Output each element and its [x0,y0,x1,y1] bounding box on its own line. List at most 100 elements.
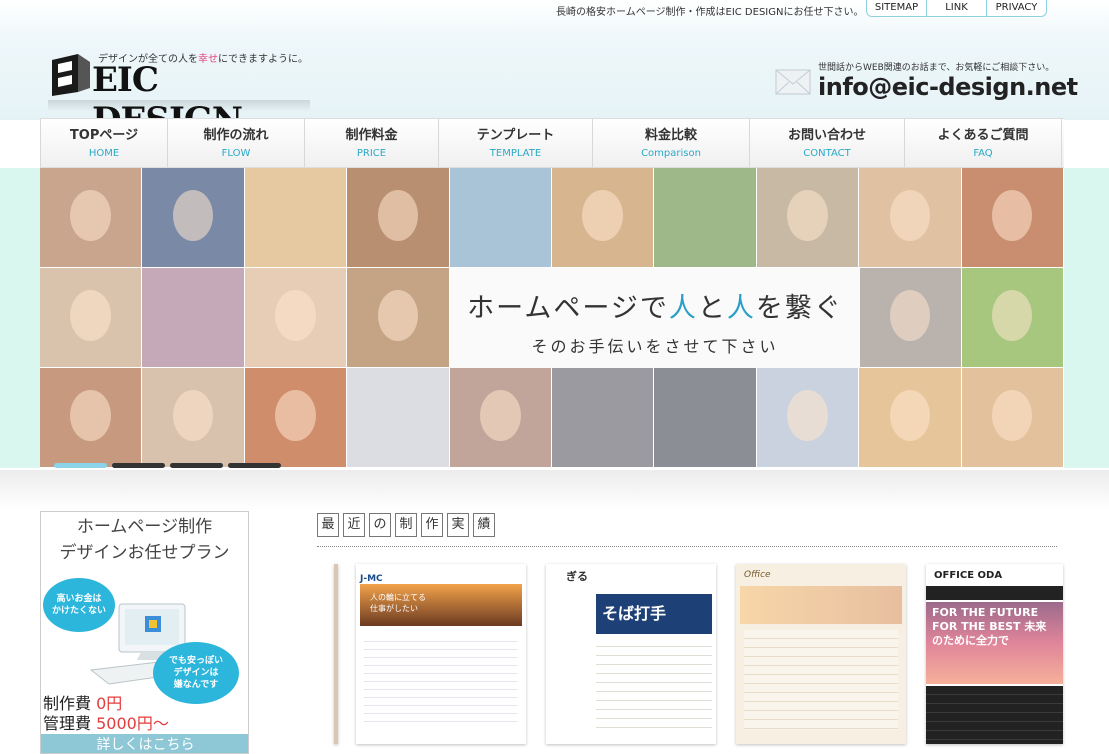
thumb-title: ぎる [566,570,588,583]
contact-note: 世間話からWEB関連のお話まで、お気軽にご相談下さい。 [818,63,1055,73]
thumb-content [364,634,518,724]
mail-icon [775,69,811,95]
nav-label-en: Comparison [641,148,701,159]
works-thumb-soba[interactable]: ぎる そば打手 [546,564,716,744]
works-thumb-officeoda[interactable]: OFFICE ODA FOR THE FUTURE FOR THE BEST 未… [926,564,1063,744]
global-nav: TOPページ HOME 制作の流れ FLOW 制作料金 PRICE テンプレート… [40,118,1064,168]
site-logo[interactable]: デザインが全ての人を幸せにできますように。 EIC DESIGN [48,50,310,140]
photo-tile [40,268,143,368]
works-thumb-office[interactable]: Office [736,564,906,744]
thumb-copy: そば打手 [602,604,667,623]
nav-label-ja: TOPページ [69,128,139,143]
nav-item-flow[interactable]: 制作の流れ FLOW [167,119,304,167]
photo-tile [142,168,245,268]
heading-char: の [369,513,391,537]
banner-headline: ホームページで人と人を繋ぐ [467,293,843,324]
thumb-copy: FOR THE FUTURE FOR THE BEST 未来のために全力で [932,606,1047,647]
thumb-title: OFFICE ODA [934,570,1003,581]
nav-item-template[interactable]: テンプレート TEMPLATE [438,119,592,167]
plan-banner[interactable]: ホームページ制作 デザインお任せプラン 高いお金は かけたくない でも安っぽい … [40,511,249,754]
photo-tile [449,368,552,468]
nav-label-en: TEMPLATE [489,148,542,159]
photo-tile [859,368,962,468]
photo-tile [40,168,143,268]
heading-char: 作 [421,513,443,537]
link-link[interactable]: LINK [927,0,987,16]
photo-tile [347,268,450,368]
site-tagline: 長崎の格安ホームページ制作・作成はEIC DESIGNにお任せ下さい。 [556,7,864,18]
logo-mark-icon [52,54,90,96]
header-contact: 世間話からWEB関連のお話まで、お気軽にご相談下さい。 info@eic-des… [774,58,1078,104]
banner-subline: そのお手伝いをさせて下さい [531,337,779,356]
nav-label-ja: 制作の流れ [203,128,269,143]
plan-illustration: 高いお金は かけたくない でも安っぽい デザインは 嫌なんです [41,570,248,704]
thumb-nav [926,586,1063,600]
nav-label-en: PRICE [356,148,387,159]
nav-label-en: FLOW [221,148,251,159]
privacy-link[interactable]: PRIVACY [987,0,1046,16]
nav-item-contact[interactable]: お問い合わせ CONTACT [749,119,904,167]
nav-label-en: HOME [88,148,120,159]
thumb-content [744,630,898,730]
works-thumb-partial [334,564,338,744]
photo-tile [244,168,348,268]
plan-title: ホームページ制作 デザインお任せプラン [59,517,230,563]
photo-tile [244,368,348,468]
works-heading: 最 近 の 制 作 実 績 [317,513,495,537]
thumb-title: Office [744,570,771,580]
heading-char: 最 [317,513,339,537]
photo-tile [756,168,860,268]
slider-dot-4[interactable] [228,463,281,468]
nav-label-ja: テンプレート [476,128,555,143]
works-thumb-jmc[interactable]: J-MC 人の輪に立てる仕事がしたい [356,564,526,744]
nav-item-home[interactable]: TOPページ HOME [40,119,167,167]
photo-tile [449,168,552,268]
photo-tile [551,168,655,268]
photo-tile [142,368,245,468]
works-divider [317,546,1057,547]
photo-tile [756,368,860,468]
photo-tile [859,268,962,368]
photo-tile [142,268,245,368]
plan-details-button[interactable]: 詳しくはこちら [41,734,248,753]
thumb-title: J-MC [360,574,383,584]
slider-dot-1[interactable] [54,463,107,468]
slider-pagination [54,463,281,468]
nav-label-ja: 料金比較 [644,128,697,143]
photo-tile [40,368,143,468]
nav-label-ja: お問い合わせ [787,128,866,143]
thumb-copy: 人の輪に立てる仕事がしたい [370,593,426,613]
nav-label-en: FAQ [973,148,993,159]
section-divider [0,470,1109,510]
nav-label-ja: 制作料金 [345,128,398,143]
heading-char: 実 [447,513,469,537]
slider-banner: ホームページで人と人を繋ぐ そのお手伝いをさせて下さい [450,268,860,368]
photo-tile [859,168,962,268]
photo-tile [654,168,757,268]
photo-tile [961,168,1064,268]
slider-dot-3[interactable] [170,463,223,468]
sitemap-link[interactable]: SITEMAP [867,0,927,16]
heading-char: 制 [395,513,417,537]
heading-char: 績 [473,513,495,537]
thumb-content [926,686,1063,744]
thumb-content [596,638,712,728]
plan-price: 制作費 0円 管理費 5000円〜 [43,694,169,733]
nav-item-price[interactable]: 制作料金 PRICE [304,119,438,167]
nav-item-faq[interactable]: よくあるご質問 FAQ [904,119,1062,167]
nav-item-comparison[interactable]: 料金比較 Comparison [592,119,749,167]
photo-tile [551,368,655,468]
photo-tile [961,368,1064,468]
photo-tile [654,368,757,468]
slider-dot-2[interactable] [112,463,165,468]
photo-tile [347,368,450,468]
photo-tile [244,268,348,368]
contact-email-link[interactable]: info@eic-design.net [818,73,1078,101]
photo-tile [961,268,1064,368]
nav-label-ja: よくあるご質問 [937,128,1029,143]
utility-links: SITEMAP LINK PRIVACY [866,0,1047,17]
heading-char: 近 [343,513,365,537]
nav-label-en: CONTACT [803,148,851,159]
logo-reflection [48,100,310,112]
thumb-hero [740,586,902,624]
